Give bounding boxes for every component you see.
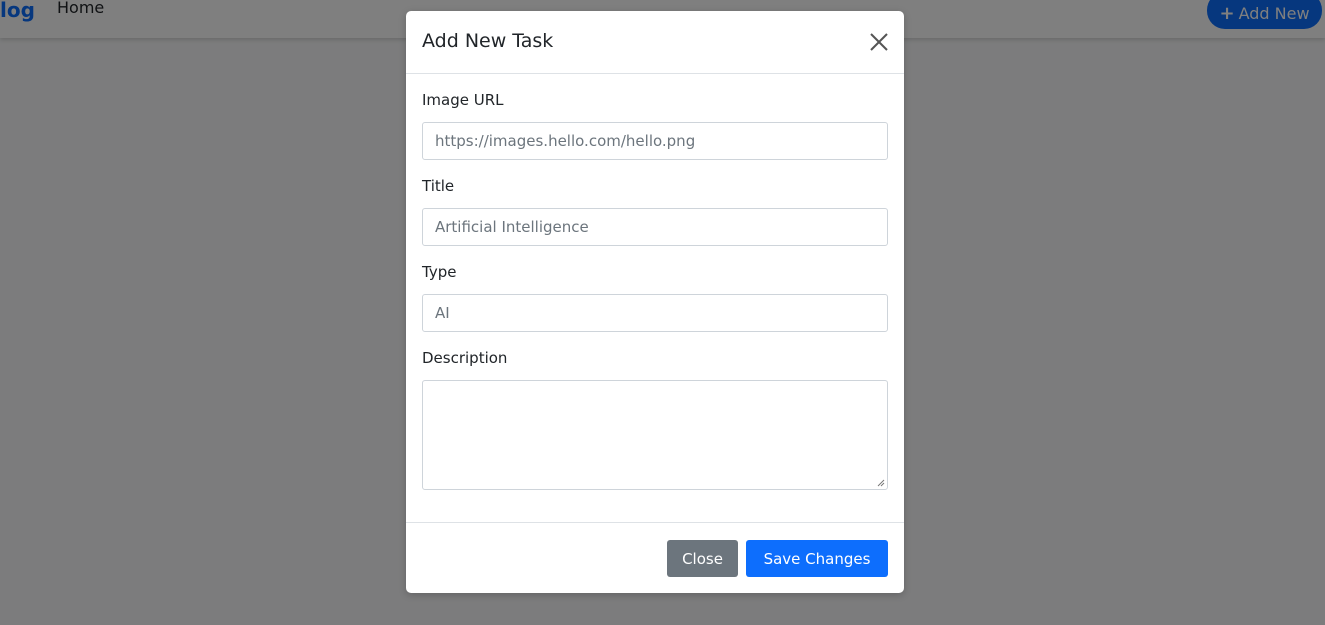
title-placeholder: Artificial Intelligence — [435, 218, 589, 236]
save-changes-button[interactable]: Save Changes — [746, 540, 888, 577]
type-label: Type — [422, 263, 457, 281]
modal-footer: Close Save Changes — [406, 522, 904, 593]
description-textarea[interactable] — [422, 380, 888, 490]
modal-header: Add New Task — [406, 11, 904, 74]
image-url-label: Image URL — [422, 91, 504, 109]
add-task-modal: Add New Task Image URL https://images.he… — [406, 11, 904, 593]
image-url-placeholder: https://images.hello.com/hello.png — [435, 132, 696, 150]
type-input[interactable]: AI — [422, 294, 888, 332]
type-placeholder: AI — [435, 304, 450, 322]
close-button[interactable]: Close — [667, 540, 738, 577]
title-input[interactable]: Artificial Intelligence — [422, 208, 888, 246]
title-label: Title — [422, 177, 455, 195]
modal-title: Add New Task — [422, 30, 554, 52]
description-label: Description — [422, 349, 508, 367]
image-url-input[interactable]: https://images.hello.com/hello.png — [422, 122, 888, 160]
close-icon[interactable] — [868, 31, 890, 53]
resize-grip-icon[interactable] — [877, 479, 885, 487]
